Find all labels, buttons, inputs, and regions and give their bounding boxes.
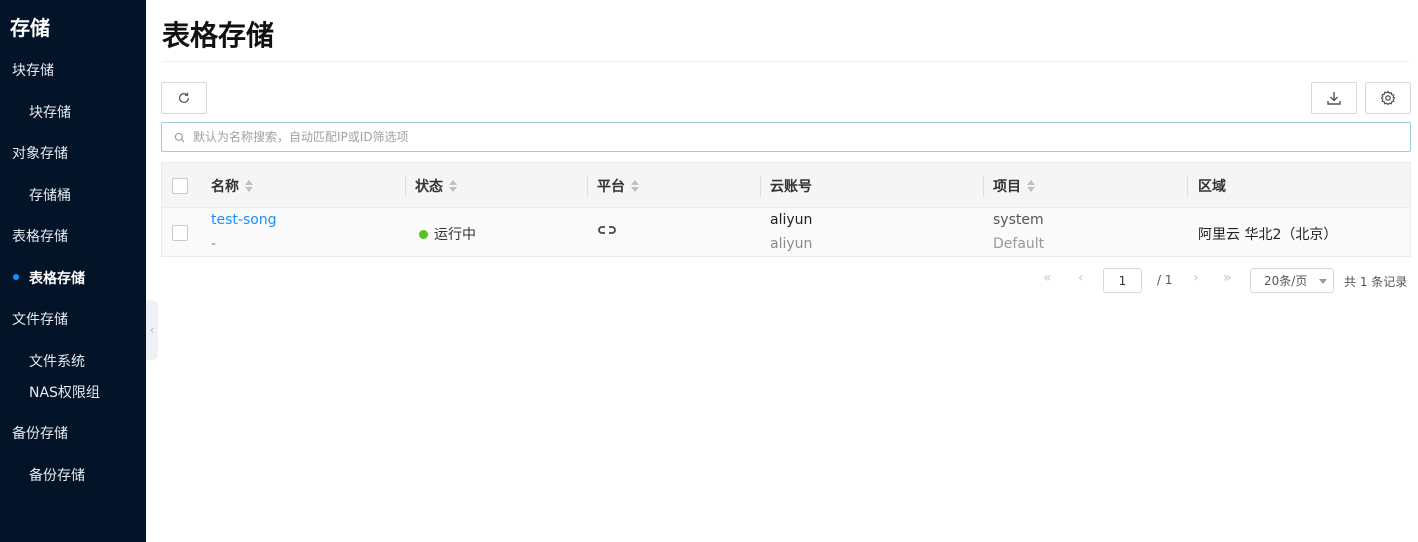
sidebar-group-file-storage[interactable]: 文件存储 xyxy=(12,309,68,329)
region-cell: 阿里云 华北2（北京） xyxy=(1198,227,1338,243)
sort-icon[interactable] xyxy=(245,179,253,192)
download-button[interactable] xyxy=(1311,82,1357,114)
project-domain: Default xyxy=(993,236,1045,252)
project-name: system xyxy=(993,212,1044,228)
status-cell: 运行中 xyxy=(419,224,476,244)
settings-button[interactable] xyxy=(1365,82,1411,114)
last-page-icon[interactable]: » xyxy=(1223,270,1232,286)
first-page-icon[interactable]: « xyxy=(1043,270,1052,286)
column-header-project[interactable]: 项目 xyxy=(993,163,1035,208)
link-icon xyxy=(598,226,616,234)
sidebar-group-object-storage[interactable]: 对象存储 xyxy=(12,143,68,163)
sort-icon[interactable] xyxy=(449,179,457,192)
status-running-dot xyxy=(419,230,428,239)
search-icon xyxy=(174,132,185,142)
column-header-region: 区域 xyxy=(1198,178,1226,195)
column-divider xyxy=(760,175,761,197)
sidebar-item-table-storage[interactable]: 表格存储 xyxy=(29,268,85,288)
sidebar-item-nas-permission-group[interactable]: NAS权限组 xyxy=(29,382,100,402)
download-icon xyxy=(1327,92,1341,105)
column-header-platform[interactable]: 平台 xyxy=(597,163,639,208)
storage-table: 名称 状态 平台 云账号 项目 区域 test-song - 运行中 aliyu… xyxy=(161,162,1411,257)
active-indicator-dot xyxy=(13,274,19,280)
platform-cell xyxy=(598,225,616,241)
column-divider xyxy=(983,175,984,197)
page-title: 表格存储 xyxy=(162,19,275,52)
search-input[interactable] xyxy=(193,130,1393,144)
total-pages: / 1 xyxy=(1157,273,1173,287)
column-header-cloud-account: 云账号 xyxy=(770,178,812,195)
sidebar-group-block-storage[interactable]: 块存储 xyxy=(12,60,54,80)
column-divider xyxy=(587,175,588,197)
column-header-status[interactable]: 状态 xyxy=(415,163,457,208)
sort-icon[interactable] xyxy=(631,179,639,192)
sidebar-item-buckets[interactable]: 存储桶 xyxy=(29,185,71,205)
table-header: 名称 状态 平台 云账号 项目 区域 xyxy=(162,163,1410,208)
cloud-account-sub: aliyun xyxy=(770,236,813,252)
sidebar-group-backup-storage[interactable]: 备份存储 xyxy=(12,423,68,443)
prev-page-icon[interactable]: ‹ xyxy=(1078,270,1084,286)
total-records: 共 1 条记录 xyxy=(1344,275,1408,289)
column-divider xyxy=(1187,175,1188,197)
sidebar-item-block-storage[interactable]: 块存储 xyxy=(29,102,71,122)
select-all-checkbox[interactable] xyxy=(172,178,188,194)
title-divider xyxy=(162,61,1410,62)
sidebar-collapse-handle[interactable]: ‹ xyxy=(146,300,158,360)
cloud-account-link[interactable]: aliyun xyxy=(770,212,812,228)
chevron-left-icon: ‹ xyxy=(149,323,155,337)
sidebar: 存储 块存储 块存储 对象存储 存储桶 表格存储 表格存储 文件存储 文件系统 … xyxy=(0,0,146,542)
row-checkbox[interactable] xyxy=(172,225,188,241)
resource-description: - xyxy=(211,236,217,252)
page-number-input[interactable]: 1 xyxy=(1103,268,1142,293)
sidebar-item-file-system[interactable]: 文件系统 xyxy=(29,351,85,371)
refresh-button[interactable] xyxy=(161,82,207,114)
refresh-icon xyxy=(179,92,189,103)
resource-name-link[interactable]: test-song xyxy=(211,212,277,228)
gear-icon xyxy=(1380,90,1396,106)
sidebar-item-backup-storage[interactable]: 备份存储 xyxy=(29,465,85,485)
column-divider xyxy=(405,175,406,197)
page-size-select[interactable]: 20条/页 xyxy=(1250,268,1334,293)
sidebar-group-table-storage[interactable]: 表格存储 xyxy=(12,226,68,246)
column-header-name[interactable]: 名称 xyxy=(211,163,253,208)
chevron-down-icon xyxy=(1319,279,1327,284)
next-page-icon[interactable]: › xyxy=(1193,270,1199,286)
table-row[interactable]: test-song - 运行中 aliyun aliyun system Def… xyxy=(162,208,1410,256)
sort-icon[interactable] xyxy=(1027,179,1035,192)
sidebar-title: 存储 xyxy=(10,16,50,40)
search-box xyxy=(161,122,1411,152)
status-text: 运行中 xyxy=(434,227,476,243)
